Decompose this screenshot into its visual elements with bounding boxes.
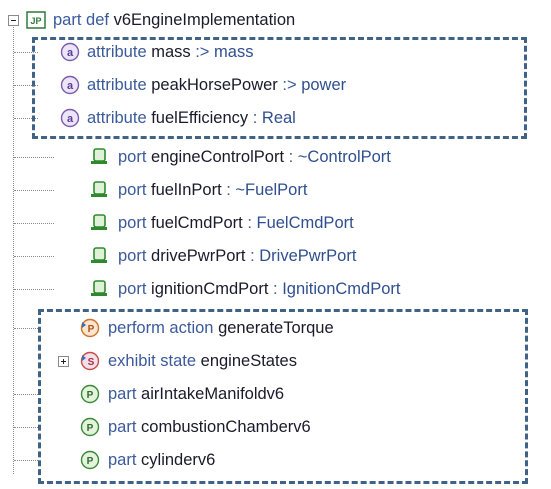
port-label: port engineControlPort : ~ControlPort [118, 142, 391, 172]
tree-connector [14, 157, 54, 158]
port-type: IgnitionCmdPort [282, 280, 401, 298]
attributes-highlight-box [32, 37, 527, 139]
port-label: port ignitionCmdPort : IgnitionCmdPort [118, 274, 401, 304]
tree-connector [14, 394, 38, 395]
actions-parts-highlight-box [38, 309, 528, 484]
port-name: fuelCmdPort [151, 214, 243, 232]
tree-row-port[interactable]: port ignitionCmdPort : IgnitionCmdPort [0, 274, 545, 304]
port-keyword: port [118, 148, 147, 166]
port-keyword: port [118, 247, 147, 265]
port-type: FuelCmdPort [256, 214, 354, 232]
tree-connector [14, 256, 54, 257]
port-label: port fuelInPort : ~FuelPort [118, 175, 307, 205]
port-name: fuelInPort [151, 181, 222, 199]
port-separator: : [245, 247, 255, 265]
port-separator: : [268, 280, 278, 298]
collapse-toggle[interactable] [8, 15, 19, 26]
port-keyword: port [118, 214, 147, 232]
port-icon [91, 181, 107, 197]
tree-connector [14, 328, 38, 329]
tree-connector [14, 427, 38, 428]
port-separator: : [242, 214, 252, 232]
port-type: DrivePwrPort [259, 247, 357, 265]
port-keyword: port [118, 280, 147, 298]
port-name: ignitionCmdPort [151, 280, 269, 298]
tree-row-port[interactable]: port fuelInPort : ~FuelPort [0, 175, 500, 205]
model-tree: JP part def v6EngineImplementation a att… [0, 0, 551, 489]
port-icon [91, 247, 107, 263]
tree-row-root[interactable]: JP part def v6EngineImplementation [0, 5, 420, 35]
tree-row-port[interactable]: port engineControlPort : ~ControlPort [0, 142, 500, 172]
port-type: ~FuelPort [235, 181, 308, 199]
part-def-icon: JP [26, 11, 46, 29]
part-def-icon-text: JP [30, 16, 41, 26]
tree-connector [14, 190, 54, 191]
root-keyword: part def [53, 11, 109, 29]
tree-connector [14, 460, 38, 461]
root-label: part def v6EngineImplementation [53, 5, 295, 35]
port-separator: : [284, 148, 294, 166]
port-name: drivePwrPort [151, 247, 246, 265]
port-icon [91, 280, 107, 296]
port-icon [91, 214, 107, 230]
port-icon [91, 148, 107, 164]
port-separator: : [221, 181, 231, 199]
port-keyword: port [118, 181, 147, 199]
port-type: ~ControlPort [297, 148, 391, 166]
port-label: port drivePwrPort : DrivePwrPort [118, 241, 356, 271]
root-name: v6EngineImplementation [113, 11, 296, 29]
tree-row-port[interactable]: port fuelCmdPort : FuelCmdPort [0, 208, 500, 238]
tree-connector [14, 223, 54, 224]
port-name: engineControlPort [151, 148, 285, 166]
tree-row-port[interactable]: port drivePwrPort : DrivePwrPort [0, 241, 500, 271]
port-label: port fuelCmdPort : FuelCmdPort [118, 208, 354, 238]
tree-connector [14, 289, 54, 290]
